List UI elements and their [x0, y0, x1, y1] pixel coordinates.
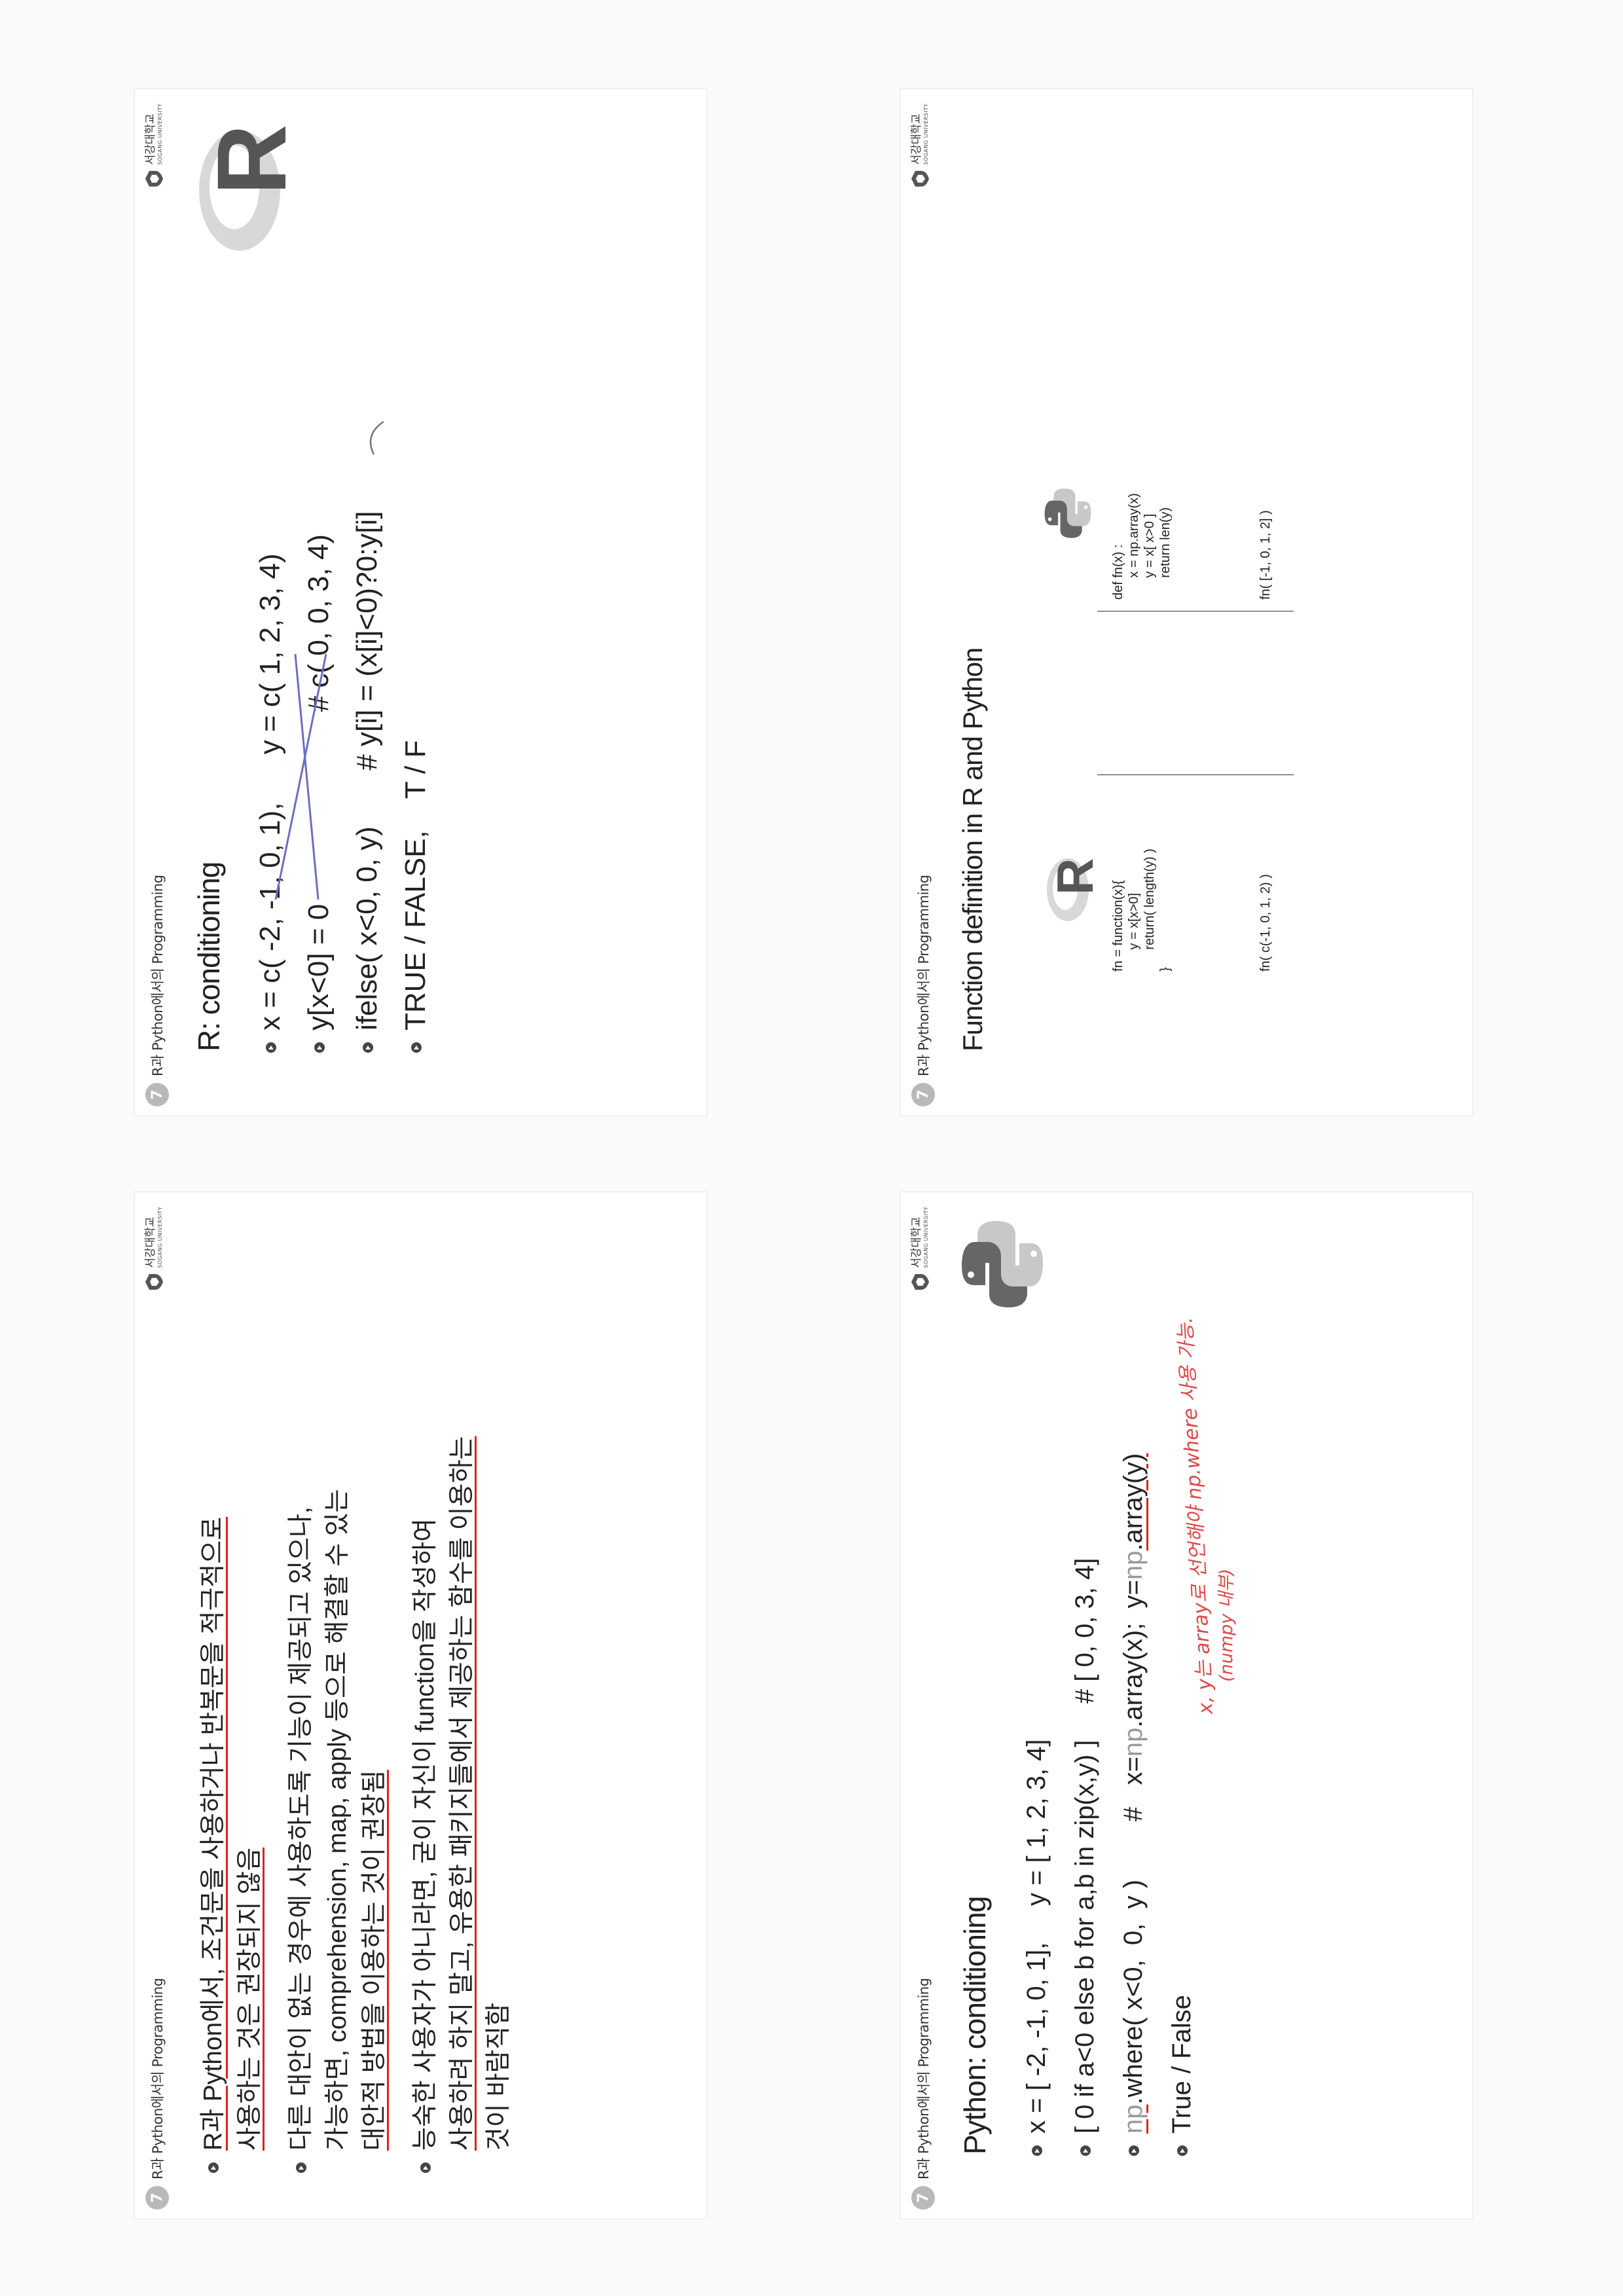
python-function-code: def fn(x) : x = np.array(x) y = x[ x>0 ]…: [1111, 493, 1173, 600]
bullet-line: 다른 대안이 없는 경우에 사용하도록 기능이 제공되고 있으나,: [287, 1506, 315, 2151]
university-emblem-icon: [145, 1273, 163, 1290]
bullet-item: 다른 대안이 없는 경우에 사용하도록 기능이 제공되고 있으나, 가능하면, …: [283, 1436, 393, 2173]
bullet-item: R과 Python에서, 조건문을 사용하거나 반복문을 적극적으로 사용하는 …: [195, 1436, 268, 2173]
university-logo: 서강대학교 SOGANG UNIVERSITY: [910, 1207, 930, 1292]
university-emblem-icon: [911, 170, 929, 187]
python-logo-icon: [1044, 488, 1091, 538]
scanned-page: 7 R과 Python에서의 Programming 서강대학교 SOGANG …: [0, 0, 1623, 2296]
university-name-ko: 서강대학교: [143, 1216, 157, 1268]
slide-2: 7 R과 Python에서의 Programming 서강대학교 SOGANG …: [134, 88, 707, 1116]
bullet-text: [ 0 if a<0 else b for a,b in zip(x,y) ] …: [1070, 1558, 1099, 2134]
slide-2-slot: 7 R과 Python에서의 Programming 서강대학교 SOGANG …: [134, 88, 707, 1116]
python-function-call: fn( [-1, 0, 1, 2] ): [1258, 510, 1273, 600]
university-name-en: SOGANG UNIVERSITY: [922, 103, 929, 165]
divider-line: [1097, 774, 1294, 775]
bullet-item: np.where( x<0, 0, y ) # x=np.array(x); y…: [1109, 1453, 1158, 2156]
bullet-item: 능숙한 사용자가 아니라면, 굳이 자신이 function을 작성하여 사용하…: [407, 1436, 517, 2173]
np-prefix: np: [1119, 1727, 1148, 1757]
r-function-code: fn = function(x){ y = x[x>0] return( len…: [1111, 848, 1173, 972]
bullet-icon: [296, 2162, 306, 2173]
university-logo: 서강대학교 SOGANG UNIVERSITY: [144, 1207, 164, 1292]
slide-title: Python: conditioning: [958, 1896, 992, 2155]
bullet-icon: [1080, 2145, 1091, 2156]
slide-1: 7 R과 Python에서의 Programming 서강대학교 SOGANG …: [134, 1192, 707, 2219]
slide-1-slot: 7 R과 Python에서의 Programming 서강대학교 SOGANG …: [134, 1192, 707, 2219]
handwritten-note: (numpy 내부): [1216, 1569, 1237, 1682]
bullet-line: 것이 바람직함: [484, 2002, 513, 2151]
bullet-icon: [420, 2162, 431, 2173]
university-name-ko: 서강대학교: [909, 113, 923, 165]
bullet-text: .where( x<0, 0, y ) # x=: [1119, 1757, 1148, 2105]
slide-number-badge: 7: [911, 1083, 935, 1106]
university-name-en: SOGANG UNIVERSITY: [156, 1207, 163, 1268]
r-logo-letter: R: [1046, 858, 1097, 895]
np-prefix: np: [1119, 2104, 1148, 2134]
course-title: R과 Python에서의 Programming: [916, 875, 932, 1076]
course-title: R과 Python에서의 Programming: [150, 1978, 166, 2179]
bullet-line: 사용하려 하지 말고, 유용한 패키지들에서 제공하는 함수를 이용하는: [448, 1436, 476, 2151]
bullet-list: R과 Python에서, 조건문을 사용하거나 반복문을 적극적으로 사용하는 …: [195, 1436, 532, 2173]
bullet-line: 사용하는 것은 권장되지 않음: [236, 1847, 264, 2151]
bullet-list: x = [ -2, -1, 0, 1], y = [ 1, 2, 3, 4] […: [1012, 1453, 1206, 2156]
university-name-en: SOGANG UNIVERSITY: [922, 1207, 929, 1268]
university-logo: 서강대학교 SOGANG UNIVERSITY: [910, 103, 930, 189]
bullet-item: [ 0 if a<0 else b for a,b in zip(x,y) ] …: [1061, 1453, 1109, 2156]
slide-number-badge: 7: [911, 2186, 935, 2210]
bullet-line: R과 Python에서, 조건문을 사용하거나 반복문을 적극적으로: [199, 1516, 227, 2151]
slide-title: Function definition in R and Python: [957, 647, 988, 1051]
bullet-icon: [208, 2162, 219, 2173]
slide-header: 7 R과 Python에서의 Programming: [909, 875, 938, 1106]
bullet-item: x = [ -2, -1, 0, 1], y = [ 1, 2, 3, 4]: [1012, 1453, 1061, 2156]
slide-4-slot: 7 R과 Python에서의 Programming 서강대학교 SOGANG …: [900, 88, 1473, 1116]
np-prefix: np: [1119, 1550, 1148, 1580]
bullet-icon: [1177, 2145, 1188, 2156]
r-function-call: fn( c(-1, 0, 1, 2) ): [1258, 874, 1273, 972]
bullet-text: True / False: [1167, 1995, 1196, 2134]
bullet-text: .array(y): [1119, 1453, 1148, 1551]
slide-3-slot: 7 R과 Python에서의 Programming 서강대학교 SOGANG …: [900, 1192, 1473, 2219]
bullet-line: 가능하면, comprehension, map, apply 등으로 해결할 …: [323, 1489, 352, 2151]
university-emblem-icon: [911, 1273, 929, 1290]
slide-4: 7 R과 Python에서의 Programming 서강대학교 SOGANG …: [900, 88, 1473, 1116]
course-title: R과 Python에서의 Programming: [916, 1978, 932, 2179]
r-logo-icon: R: [1046, 858, 1097, 921]
bullet-line: 능숙한 사용자가 아니라면, 굳이 자신이 function을 작성하여: [411, 1518, 439, 2151]
bullet-text: x = [ -2, -1, 0, 1], y = [ 1, 2, 3, 4]: [1022, 1739, 1051, 2134]
bullet-line: 대안적 방법을 이용하는 것이 권장됨: [360, 1770, 388, 2151]
slide-3: 7 R과 Python에서의 Programming 서강대학교 SOGANG …: [900, 1192, 1473, 2219]
slide-header: 7 R과 Python에서의 Programming: [143, 1978, 172, 2210]
slide-number-badge: 7: [145, 2186, 169, 2210]
bullet-icon: [1129, 2145, 1139, 2156]
pen-annotation-arrows: [274, 420, 384, 900]
bullet-icon: [1032, 2145, 1042, 2156]
university-name-ko: 서강대학교: [909, 1216, 923, 1268]
python-logo-icon: [962, 1221, 1043, 1307]
bullet-text: .array(x); y=: [1119, 1580, 1148, 1728]
slide-header: 7 R과 Python에서의 Programming: [909, 1978, 938, 2210]
